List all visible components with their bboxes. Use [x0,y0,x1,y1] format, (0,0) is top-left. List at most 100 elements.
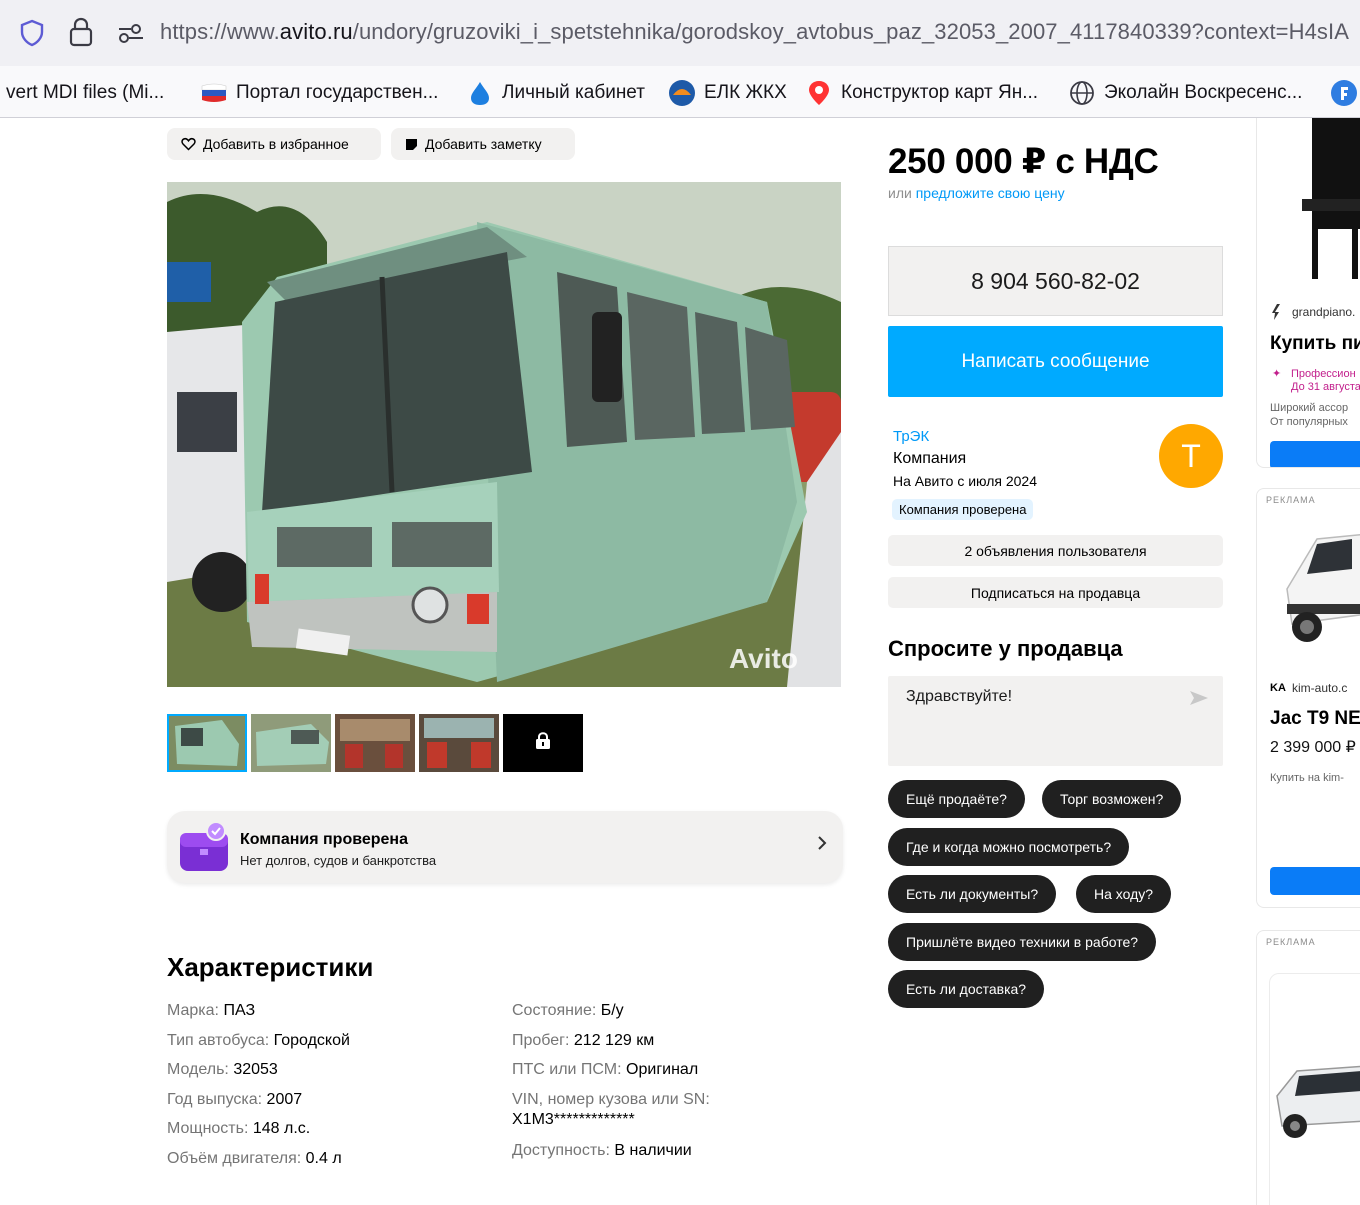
show-phone-button[interactable]: 8 904 560-82-02 [888,246,1223,316]
thumbnail-locked[interactable] [503,714,583,772]
bookmark-elk-zhkh[interactable]: ЕЛК ЖКХ [668,80,787,106]
ad-card-jac[interactable]: РЕКЛАМА KA kim-auto.c Jac T9 NE 2 399 00… [1256,488,1360,908]
main-photo[interactable]: Avito [167,182,841,687]
spec-value: ПАЗ [223,1002,256,1019]
piano-image [1302,118,1360,279]
seller-avatar[interactable]: Т [1159,424,1223,488]
lock-icon[interactable] [67,16,95,53]
add-note-label: Добавить заметку [425,136,542,152]
quick-question-chip[interactable]: Есть ли доставка? [888,970,1045,1008]
thumbnail-strip [167,714,583,772]
drop-icon [466,80,494,106]
quick-question-chip[interactable]: Пришлёте видео техники в работе? [888,923,1157,961]
bookmark-extra[interactable] [1330,80,1360,106]
ad-card-suv[interactable]: РЕКЛАМА [1256,930,1360,1205]
offer-price-link[interactable]: предложите свою цену [916,185,1065,201]
ad-cta-button[interactable] [1270,441,1360,467]
quick-question-chip[interactable]: На ходу? [1076,875,1172,913]
listing-page: Добавить в избранное Добавить заметку Av… [0,118,1360,1205]
spec-key: ПТС или ПСМ: [512,1061,627,1079]
spec-row: ПТС или ПСМ: Оригинал [512,1060,710,1090]
ask-seller-message-box[interactable]: Здравствуйте! [888,676,1223,766]
map-pin-icon [805,80,833,106]
send-arrow-icon[interactable] [1189,690,1209,711]
add-note-button[interactable]: Добавить заметку [391,128,575,160]
bus-photo-illustration: Avito [167,182,841,687]
ad-cta-button[interactable] [1270,867,1360,895]
spec-value: 2007 [266,1090,303,1108]
subscribe-seller-button[interactable]: Подписаться на продавца [888,577,1223,608]
address-bar[interactable]: https://www.avito.ru/undory/gruzoviki_i_… [0,0,1360,66]
russia-flag-icon [200,80,228,106]
spec-row: Мощность: 148 л.с. [167,1119,350,1149]
specs-right-column: Состояние: Б/у Пробег: 212 129 км ПТС ил… [512,1001,710,1170]
company-verified-card[interactable]: Компания проверена Нет долгов, судов и б… [167,811,843,883]
send-message-button[interactable]: Написать сообщение [888,326,1223,397]
spec-row: Состояние: Б/у [512,1001,710,1031]
bookmark-gosuslugi[interactable]: Портал государствен... [200,80,438,106]
ad-title[interactable]: Jac T9 NE [1270,708,1360,730]
quick-question-chip[interactable]: Есть ли документы? [888,875,1057,913]
seller-name-link[interactable]: ТрЭК [893,428,929,445]
ad-text: Купить на kim- [1270,772,1344,784]
seller-verified-badge: Компания проверена [892,499,1034,520]
add-to-favorites-label: Добавить в избранное [203,136,349,152]
url-text[interactable]: https://www.avito.ru/undory/gruzoviki_i_… [160,19,1349,45]
spec-value: X1M3************* [512,1110,635,1128]
spec-row: Марка: ПАЗ [167,1001,350,1031]
url-path: /undory/gruzoviki_i_spetstehnika/gorodsk… [352,19,1350,44]
permissions-icon[interactable] [117,22,145,49]
thumbnail-2[interactable] [251,714,331,772]
add-to-favorites-button[interactable]: Добавить в избранное [167,128,381,160]
thumbnail-3[interactable] [335,714,415,772]
ad-promo: До 31 августа [1291,381,1360,393]
ask-seller-text[interactable]: Здравствуйте! [906,688,1012,706]
spec-row: Пробег: 212 129 км [512,1031,710,1061]
spec-row: Объём двигателя: 0.4 л [167,1149,350,1179]
verified-briefcase-icon [178,821,230,878]
spec-key: VIN, номер кузова или SN: [512,1090,710,1108]
tracking-protection-shield-icon[interactable] [17,18,47,53]
quick-question-chip[interactable]: Торг возможен? [1042,780,1182,818]
ad-text: От популярных [1270,416,1348,428]
bookmark-label: Личный кабинет [502,82,645,103]
spec-value: 212 129 км [573,1031,655,1049]
bookmarks-toolbar: vert MDI files (Mi... Портал государстве… [0,66,1360,118]
ask-seller-heading: Спросите у продавца [888,636,1123,661]
bookmark-personal-cabinet[interactable]: Личный кабинет [466,80,645,106]
url-prefix: https://www. [160,19,280,44]
bookmark-mdi-files[interactable]: vert MDI files (Mi... [6,80,164,106]
avito-watermark: Avito [729,643,798,674]
spec-row: Модель: 32053 [167,1060,350,1090]
bookmark-map-constructor[interactable]: Конструктор карт Ян... [805,80,1038,106]
spec-value: В наличии [614,1141,692,1159]
spec-key: Пробег: [512,1031,574,1049]
kia-logo-icon: KA [1270,682,1286,694]
quick-question-chip[interactable]: Ещё продаёте? [888,780,1025,818]
spec-value: Б/у [600,1002,624,1019]
bookmark-ecoline[interactable]: Эколайн Воскресенс... [1068,80,1302,106]
padlock-icon [535,731,551,755]
spec-key: Год выпуска: [167,1090,267,1108]
ad-source: kim-auto.c [1292,681,1348,695]
ad-card-piano[interactable]: grandpiano. Купить пи Профессион ✦ До 31… [1256,118,1360,468]
chevron-right-icon [817,835,827,856]
elk-logo-icon [668,80,696,106]
thumbnail-4[interactable] [419,714,499,772]
thumbnail-1[interactable] [167,714,247,772]
spec-key: Марка: [167,1002,224,1019]
offer-prefix: или [888,185,916,201]
quick-question-chip[interactable]: Где и когда можно посмотреть? [888,828,1130,866]
spec-row-vin: VIN, номер кузова или SN: X1M3***********… [512,1090,710,1141]
seller-listings-button[interactable]: 2 объявления пользователя [888,535,1223,566]
spec-row: Тип автобуса: Городской [167,1031,350,1061]
spec-row: Доступность: В наличии [512,1141,710,1171]
bookmark-label: ЕЛК ЖКХ [704,82,787,103]
ad-text: Широкий ассор [1270,402,1349,414]
spec-value: Городской [273,1031,350,1049]
ad-title[interactable]: Купить пи [1270,333,1360,355]
verified-subtitle: Нет долгов, судов и банкротства [240,853,437,868]
spec-key: Состояние: [512,1002,601,1019]
ad-source: grandpiano. [1292,305,1356,319]
bookmark-label: Портал государствен... [236,82,439,103]
